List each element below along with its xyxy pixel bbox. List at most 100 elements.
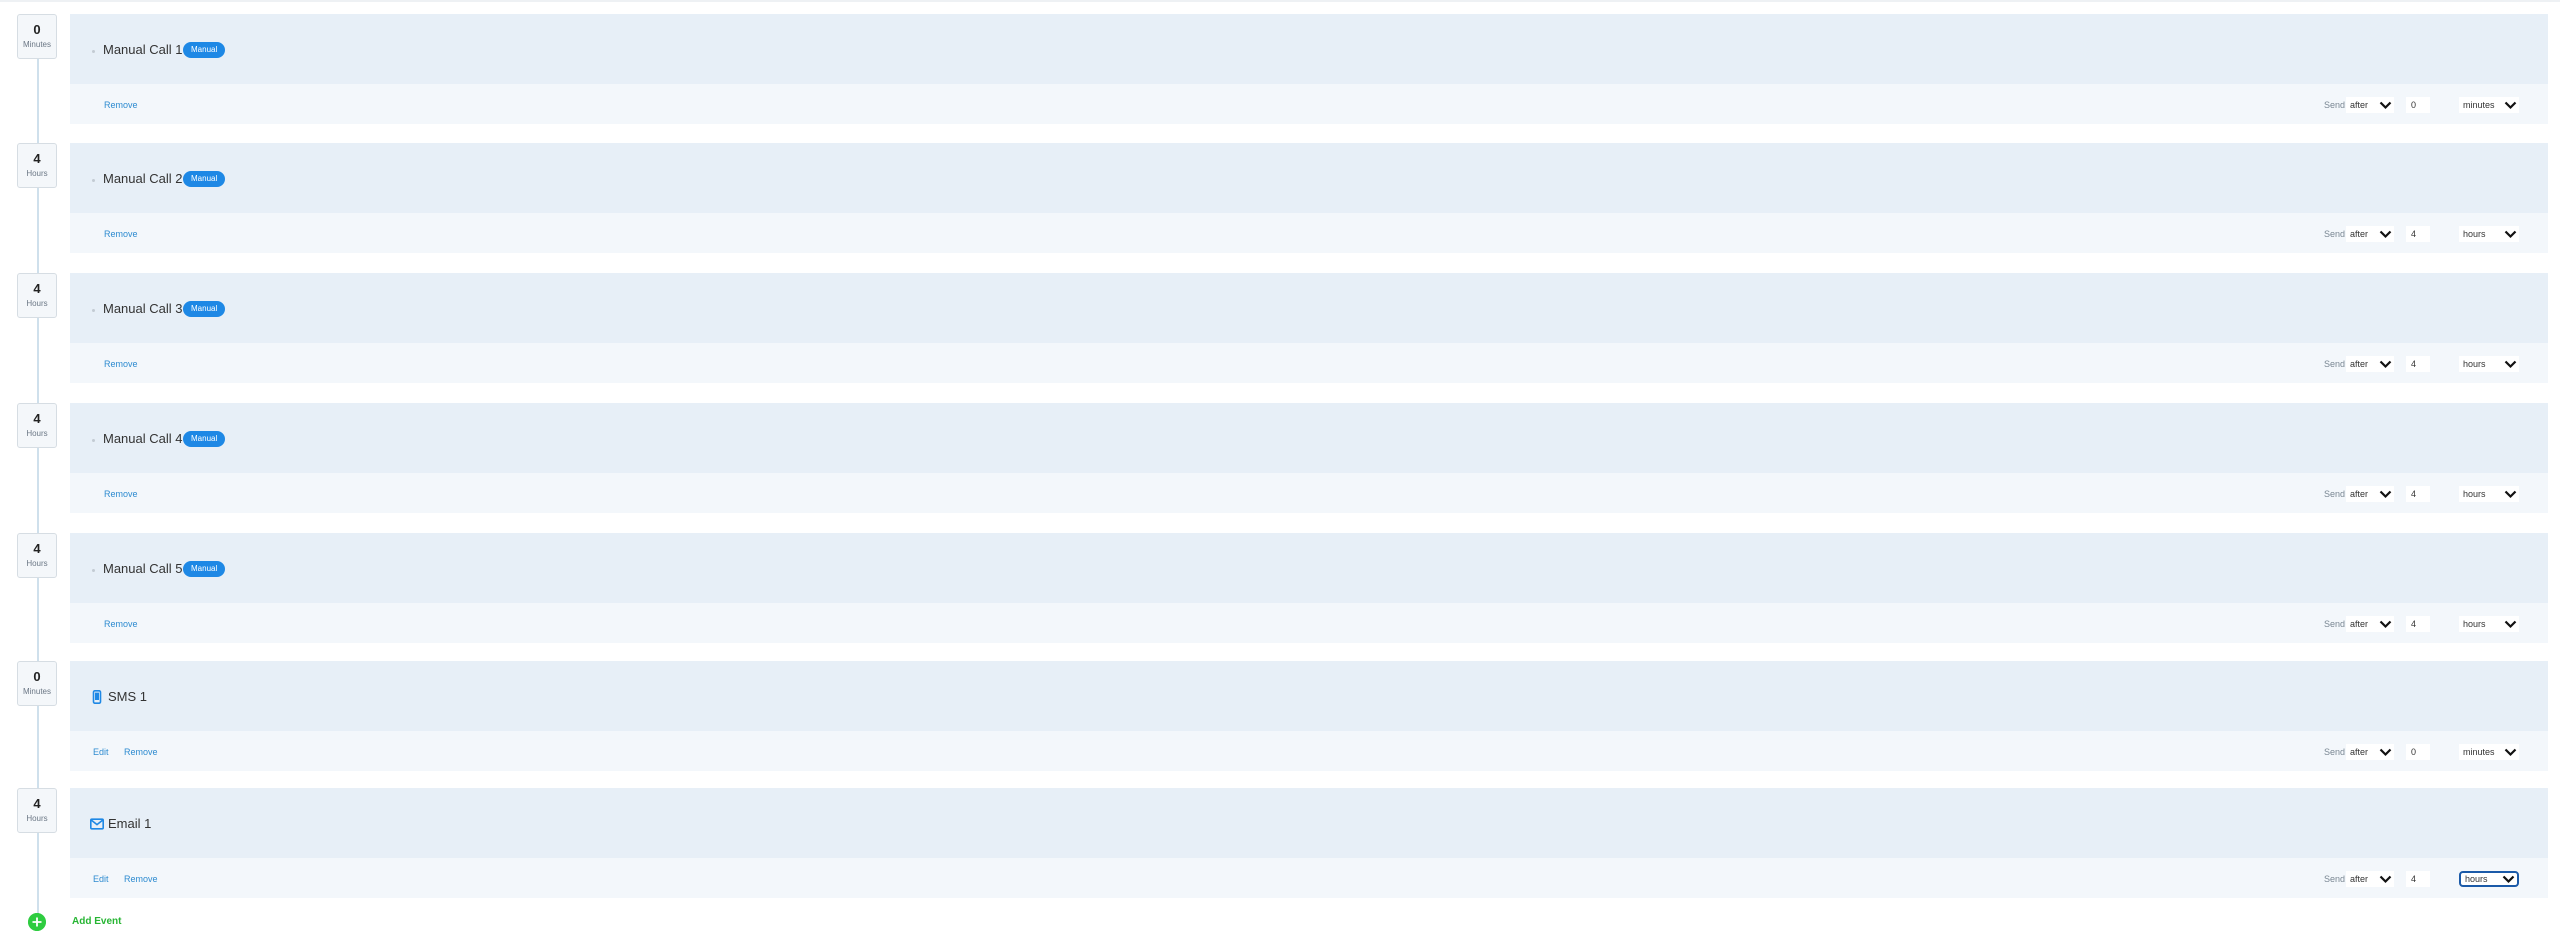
delay-unit: Minutes [22,40,51,49]
unit-select[interactable]: hours [2459,226,2519,242]
event-title: Manual Call 2 [103,171,183,186]
unit-select-value: hours [2463,489,2486,499]
timing-select[interactable]: after [2346,97,2394,113]
delay-amount-input[interactable]: 4 [2406,616,2430,632]
send-label: Send [2324,229,2346,239]
timing-select-value: after [2350,359,2369,369]
envelope-icon [90,818,104,830]
send-timing-row: Send after 0 minutes [2324,744,2534,760]
remove-link[interactable]: Remove [104,98,138,112]
event-card-email-1: Email 1 Edit Remove Send after 4 hours [70,788,2548,898]
timing-select-value: after [2350,229,2369,239]
dot-icon [92,179,95,182]
chevron-down-icon [2504,748,2517,757]
event-card-sms-1: SMS 1 Edit Remove Send after 0 minutes [70,661,2548,771]
timing-select-value: after [2350,100,2369,110]
send-timing-row: Send after 4 hours [2324,486,2534,502]
remove-link[interactable]: Remove [104,617,138,631]
event-card-header: SMS 1 [70,661,2548,731]
chevron-down-icon [2379,101,2392,110]
timing-select[interactable]: after [2346,616,2394,632]
chevron-down-icon [2379,875,2392,884]
chevron-down-icon [2502,875,2515,884]
delay-badge: 4 Hours [17,533,57,578]
event-card-header: Manual Call 4 Manual [70,403,2548,473]
chevron-down-icon [2379,360,2392,369]
timing-select[interactable]: after [2346,356,2394,372]
remove-link[interactable]: Remove [124,872,158,886]
delay-badge: 0 Minutes [17,661,57,706]
dot-icon [92,569,95,572]
edit-link[interactable]: Edit [93,745,109,759]
chevron-down-icon [2379,230,2392,239]
send-timing-row: Send after 4 hours [2324,616,2534,632]
timing-select[interactable]: after [2346,486,2394,502]
delay-value: 4 [33,151,41,166]
manual-tag: Manual [183,42,226,58]
timing-select-value: after [2350,489,2369,499]
delay-amount-input[interactable]: 4 [2406,356,2430,372]
delay-value: 0 [33,22,41,37]
delay-badge: 4 Hours [17,788,57,833]
event-card-header: Email 1 [70,788,2548,858]
event-title: Manual Call 1 [103,42,183,57]
unit-select[interactable]: minutes [2459,97,2519,113]
remove-link[interactable]: Remove [124,745,158,759]
unit-select[interactable]: hours [2459,871,2519,887]
unit-select-value: minutes [2463,100,2495,110]
event-card-manual-call-2: Manual Call 2 Manual Remove Send after 4… [70,143,2548,253]
delay-value: 4 [33,541,41,556]
remove-link[interactable]: Remove [104,487,138,501]
timing-select[interactable]: after [2346,744,2394,760]
delay-amount-input[interactable]: 4 [2406,226,2430,242]
phone-icon [92,690,102,704]
manual-tag: Manual [183,301,226,317]
event-card-header: Manual Call 1 Manual [70,14,2548,84]
timing-select-value: after [2350,874,2369,884]
event-card-manual-call-5: Manual Call 5 Manual Remove Send after 4… [70,533,2548,643]
delay-amount-input[interactable]: 0 [2406,744,2430,760]
send-timing-row: Send after 0 minutes [2324,97,2534,113]
event-card-header: Manual Call 2 Manual [70,143,2548,213]
chevron-down-icon [2504,230,2517,239]
dot-icon [92,309,95,312]
unit-select[interactable]: hours [2459,616,2519,632]
delay-value: 4 [33,281,41,296]
chevron-down-icon [2504,490,2517,499]
unit-select[interactable]: hours [2459,356,2519,372]
event-title: SMS 1 [108,689,148,704]
remove-link[interactable]: Remove [104,227,138,241]
delay-badge: 4 Hours [17,143,57,188]
manual-tag: Manual [183,431,226,447]
send-label: Send [2324,619,2346,629]
delay-value: 4 [33,796,41,811]
send-timing-row: Send after 4 hours [2324,226,2534,242]
chevron-down-icon [2504,360,2517,369]
timing-select-value: after [2350,619,2369,629]
chevron-down-icon [2379,490,2392,499]
timing-select[interactable]: after [2346,226,2394,242]
remove-link[interactable]: Remove [104,357,138,371]
delay-badge: 0 Minutes [17,14,57,59]
send-timing-row: Send after 4 hours [2324,356,2534,372]
delay-unit: Hours [26,429,48,438]
add-event-label: Add Event [72,916,122,927]
event-card-header: Manual Call 5 Manual [70,533,2548,603]
event-title: Manual Call 5 [103,561,183,576]
unit-select[interactable]: minutes [2459,744,2519,760]
edit-link[interactable]: Edit [93,872,109,886]
unit-select-value: hours [2465,874,2488,884]
delay-amount-input[interactable]: 4 [2406,871,2430,887]
unit-select[interactable]: hours [2459,486,2519,502]
dot-icon [92,439,95,442]
delay-badge: 4 Hours [17,403,57,448]
event-title: Manual Call 4 [103,431,183,446]
delay-value: 4 [33,411,41,426]
delay-amount-input[interactable]: 4 [2406,486,2430,502]
chevron-down-icon [2379,748,2392,757]
unit-select-value: minutes [2463,747,2495,757]
timing-select[interactable]: after [2346,871,2394,887]
delay-amount-input[interactable]: 0 [2406,97,2430,113]
event-card-header: Manual Call 3 Manual [70,273,2548,343]
delay-unit: Hours [26,814,48,823]
